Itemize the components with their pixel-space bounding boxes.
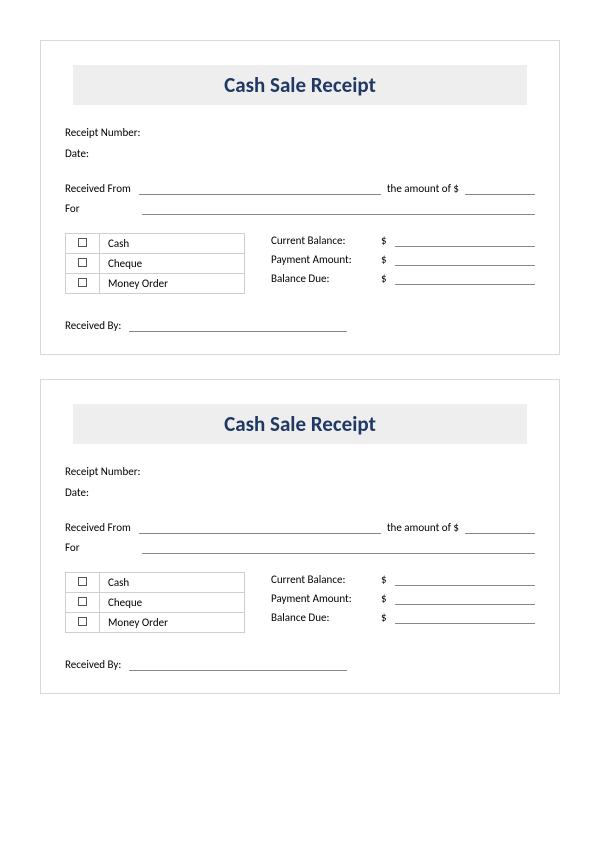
table-row: Cheque <box>66 592 245 612</box>
received-from-label: Received From <box>65 521 139 534</box>
payment-amount-label: Payment Amount: <box>271 253 381 266</box>
balance-due-label: Balance Due: <box>271 611 381 624</box>
checkbox-cell[interactable] <box>66 253 100 273</box>
currency-symbol: $ <box>381 253 395 266</box>
current-balance-label: Current Balance: <box>271 573 381 586</box>
checkbox-cell[interactable] <box>66 612 100 632</box>
receipt-title: Cash Sale Receipt <box>73 72 527 98</box>
payment-method-label: Cash <box>100 572 245 592</box>
checkbox-cell[interactable] <box>66 572 100 592</box>
for-field[interactable] <box>142 201 535 215</box>
received-by-row: Received By: <box>65 657 347 671</box>
received-by-label: Received By: <box>65 658 129 671</box>
checkbox-icon <box>78 577 87 586</box>
payment-method-table: Cash Cheque Money Order <box>65 572 245 633</box>
payment-method-table: Cash Cheque Money Order <box>65 233 245 294</box>
amount-of-label: the amount of $ <box>381 521 465 534</box>
balance-row: Payment Amount: $ <box>271 591 535 605</box>
meta-block: Receipt Number: Date: <box>65 123 535 165</box>
for-field[interactable] <box>142 540 535 554</box>
table-row: Cheque <box>66 253 245 273</box>
payment-amount-label: Payment Amount: <box>271 592 381 605</box>
checkbox-cell[interactable] <box>66 592 100 612</box>
checkbox-icon <box>78 278 87 287</box>
received-by-label: Received By: <box>65 319 129 332</box>
balance-due-label: Balance Due: <box>271 272 381 285</box>
payment-method-label: Cheque <box>100 592 245 612</box>
checkbox-cell[interactable] <box>66 273 100 293</box>
lower-block: Cash Cheque Money Order Current Balance:… <box>65 572 535 633</box>
lower-block: Cash Cheque Money Order Current Balance:… <box>65 233 535 294</box>
received-by-row: Received By: <box>65 318 347 332</box>
checkbox-icon <box>78 258 87 267</box>
payment-amount-field[interactable] <box>395 252 535 266</box>
received-from-field[interactable] <box>139 520 381 534</box>
current-balance-label: Current Balance: <box>271 234 381 247</box>
received-from-row: Received From the amount of $ <box>65 181 535 195</box>
currency-symbol: $ <box>381 592 395 605</box>
title-bar: Cash Sale Receipt <box>73 404 527 444</box>
receipt-title: Cash Sale Receipt <box>73 411 527 437</box>
currency-symbol: $ <box>381 611 395 624</box>
received-from-field[interactable] <box>139 181 381 195</box>
table-row: Money Order <box>66 612 245 632</box>
received-from-label: Received From <box>65 182 139 195</box>
checkbox-cell[interactable] <box>66 233 100 253</box>
currency-symbol: $ <box>381 272 395 285</box>
checkbox-icon <box>78 617 87 626</box>
receipt-number-label: Receipt Number: <box>65 123 535 144</box>
amount-field[interactable] <box>465 520 535 534</box>
received-from-row: Received From the amount of $ <box>65 520 535 534</box>
current-balance-field[interactable] <box>395 233 535 247</box>
payment-method-label: Money Order <box>100 273 245 293</box>
for-label: For <box>65 541 88 554</box>
checkbox-icon <box>78 597 87 606</box>
meta-block: Receipt Number: Date: <box>65 462 535 504</box>
table-row: Cash <box>66 233 245 253</box>
balance-due-field[interactable] <box>395 610 535 624</box>
balance-row: Balance Due: $ <box>271 271 535 285</box>
table-row: Money Order <box>66 273 245 293</box>
amount-of-label: the amount of $ <box>381 182 465 195</box>
payment-amount-field[interactable] <box>395 591 535 605</box>
balances-block: Current Balance: $ Payment Amount: $ Bal… <box>271 572 535 629</box>
payment-method-label: Money Order <box>100 612 245 632</box>
balance-row: Current Balance: $ <box>271 572 535 586</box>
checkbox-icon <box>78 238 87 247</box>
currency-symbol: $ <box>381 234 395 247</box>
balance-due-field[interactable] <box>395 271 535 285</box>
currency-symbol: $ <box>381 573 395 586</box>
receipt-number-label: Receipt Number: <box>65 462 535 483</box>
table-row: Cash <box>66 572 245 592</box>
for-label: For <box>65 202 88 215</box>
date-label: Date: <box>65 483 535 504</box>
for-row: For <box>65 540 535 554</box>
amount-field[interactable] <box>465 181 535 195</box>
balances-block: Current Balance: $ Payment Amount: $ Bal… <box>271 233 535 290</box>
received-by-field[interactable] <box>129 657 347 671</box>
date-label: Date: <box>65 144 535 165</box>
payment-method-label: Cash <box>100 233 245 253</box>
payment-method-label: Cheque <box>100 253 245 273</box>
received-by-field[interactable] <box>129 318 347 332</box>
balance-row: Current Balance: $ <box>271 233 535 247</box>
current-balance-field[interactable] <box>395 572 535 586</box>
receipt-card: Cash Sale Receipt Receipt Number: Date: … <box>40 379 560 694</box>
title-bar: Cash Sale Receipt <box>73 65 527 105</box>
receipt-card: Cash Sale Receipt Receipt Number: Date: … <box>40 40 560 355</box>
balance-row: Payment Amount: $ <box>271 252 535 266</box>
for-row: For <box>65 201 535 215</box>
balance-row: Balance Due: $ <box>271 610 535 624</box>
